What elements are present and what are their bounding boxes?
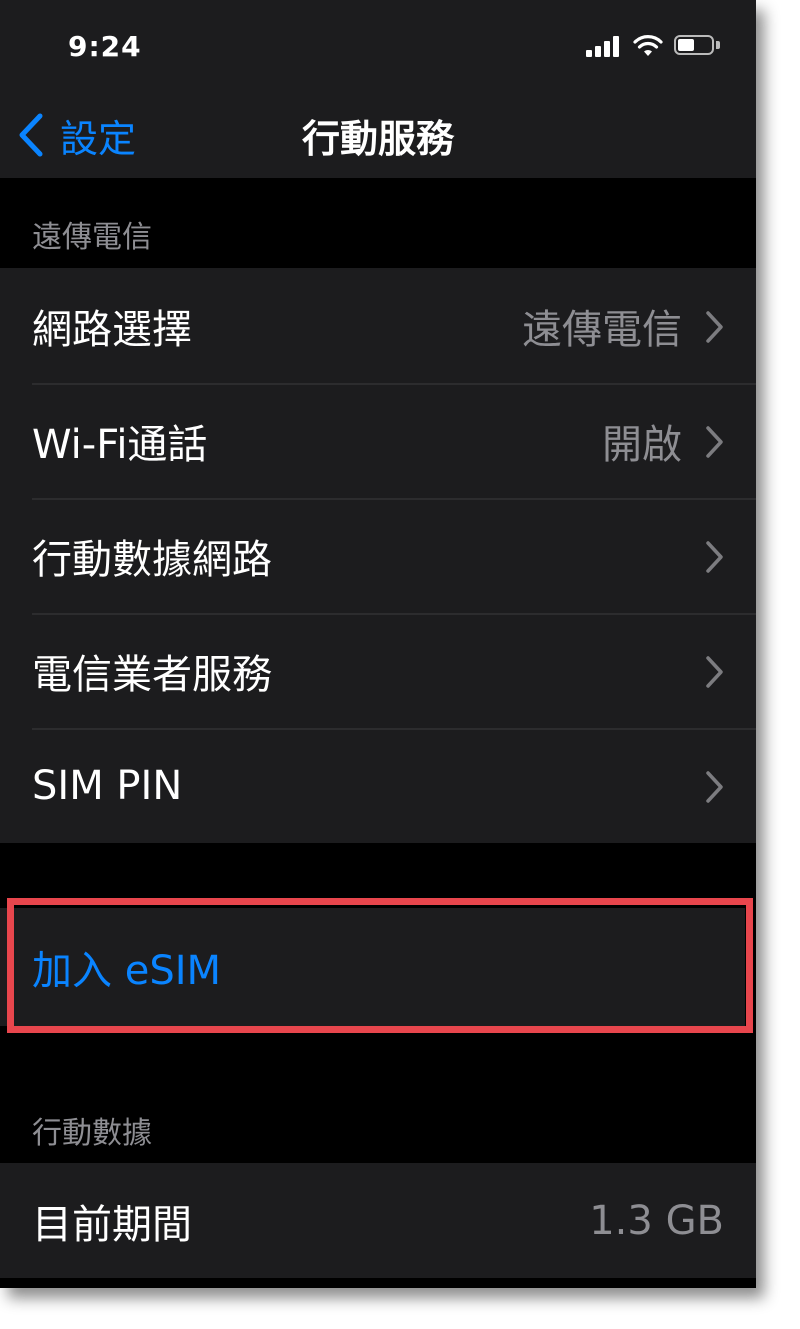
sim-pin-row[interactable]: SIM PIN [0,728,756,843]
wifi-calling-row[interactable]: Wi-Fi通話 開啟 [0,383,756,498]
chevron-right-icon [706,656,723,688]
current-period-row: 目前期間 1.3 GB [0,1163,756,1278]
row-value: 1.3 GB [589,1197,724,1244]
page-title: 行動服務 [301,117,454,161]
battery-icon [674,35,722,57]
phone-screen: 9:24 設定 行動服務 遠傳電信 網路選擇 遠傳電信 Wi-Fi通話 開啟 行… [0,0,756,1288]
status-time: 9:24 [68,30,142,63]
network-selection-row[interactable]: 網路選擇 遠傳電信 [0,268,756,383]
chevron-right-icon [706,311,723,343]
chevron-right-icon [706,541,723,573]
row-label: 電信業者服務 [32,651,272,698]
row-label: SIM PIN [32,762,183,809]
row-label: Wi-Fi通話 [32,421,208,468]
row-label: 網路選擇 [32,306,192,353]
wifi-icon [633,35,663,56]
chevron-right-icon [706,426,723,458]
row-value: 遠傳電信 [522,306,682,353]
section-header-cellular-data: 行動數據 [32,1116,152,1151]
cellular-data-group: 目前期間 1.3 GB [0,1163,756,1278]
status-bar: 9:24 [0,0,756,96]
row-label: 目前期間 [32,1201,192,1248]
chevron-right-icon [706,771,723,803]
carrier-services-row[interactable]: 電信業者服務 [0,613,756,728]
row-label: 行動數據網路 [32,536,272,583]
section-header-carrier: 遠傳電信 [32,220,152,255]
status-icons [586,34,722,58]
row-value: 開啟 [602,421,682,468]
highlight-border [7,898,753,1033]
cellular-signal-icon [586,35,622,57]
navigation-bar: 設定 行動服務 [0,96,756,178]
carrier-settings-group: 網路選擇 遠傳電信 Wi-Fi通話 開啟 行動數據網路 電信業者服務 SIM P… [0,268,756,843]
cellular-data-network-row[interactable]: 行動數據網路 [0,498,756,613]
